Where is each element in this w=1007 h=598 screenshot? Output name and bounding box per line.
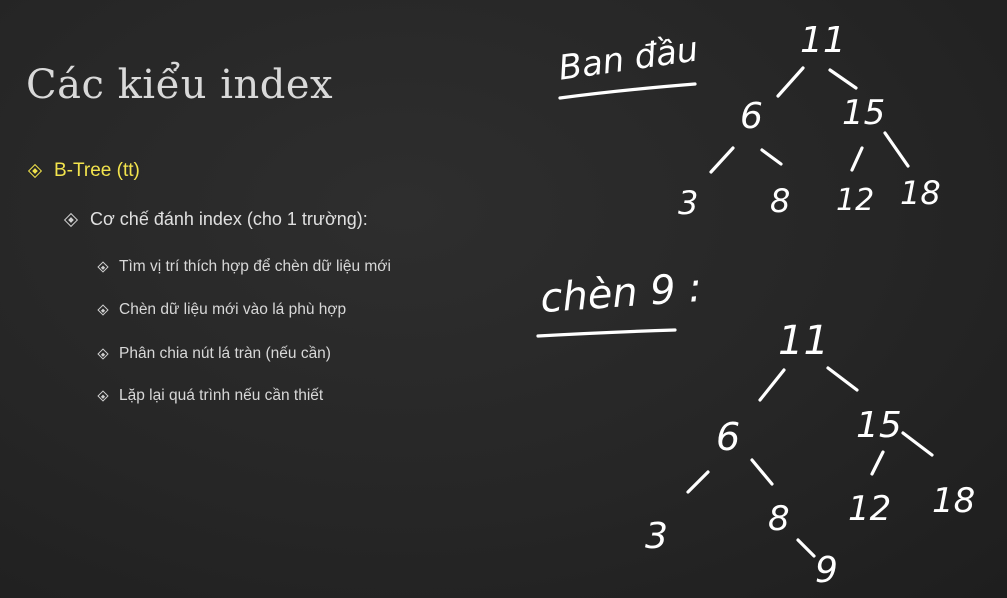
tree2-edge [686, 470, 710, 494]
label-insert: chèn 9 : [539, 265, 703, 322]
tree2-leaf: 8 [768, 499, 790, 539]
label-initial: Ban đầu [556, 29, 701, 88]
tree1-leaf: 12 [836, 183, 874, 218]
tree2-internal-right: 15 [856, 405, 902, 446]
label-insert-underline [536, 328, 677, 338]
tree2-leaf: 18 [932, 481, 975, 521]
tree2-internal-left: 6 [716, 415, 740, 459]
handwriting-annotations: Ban đầu 11 6 15 3 8 12 18 chèn 9 : 11 6 … [536, 20, 975, 591]
tree2-edge [870, 450, 885, 476]
tree1-internal-left: 6 [740, 96, 763, 137]
tree2-edge [826, 366, 859, 392]
tree1-edge [828, 68, 858, 90]
tree1-edge [709, 146, 735, 174]
tree1-edge [850, 146, 864, 172]
tree1-root: 11 [800, 20, 846, 61]
tree2-leaf: 3 [645, 516, 668, 557]
tree1-internal-right: 15 [842, 93, 885, 133]
tree2-edge [758, 368, 786, 402]
tree1-edge [883, 131, 910, 168]
tree1-leaf: 3 [678, 184, 698, 222]
tree1-edge [760, 148, 783, 166]
tree2-edge-new [796, 538, 816, 558]
tree1-edge [776, 66, 805, 98]
tree2-root: 11 [778, 318, 829, 364]
tree2-edge [750, 458, 774, 486]
tree2-edge [901, 431, 934, 457]
tree2-leaf: 12 [848, 489, 891, 529]
label-initial-underline [558, 82, 697, 100]
tree1-leaf: 8 [770, 182, 790, 220]
tree1-leaf: 18 [900, 174, 941, 212]
tree2-new-node: 9 [815, 550, 838, 591]
